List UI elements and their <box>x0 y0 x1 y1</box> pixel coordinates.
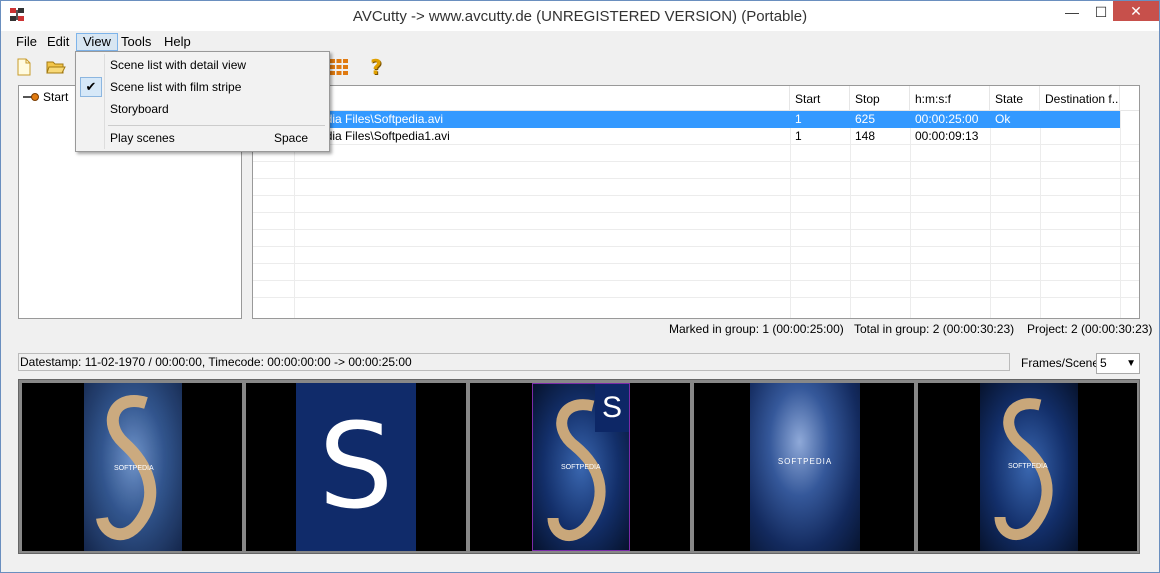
shortcut-label: Space <box>273 131 308 145</box>
thumb-caption: SOFTPEDIA <box>114 465 154 472</box>
close-button[interactable]: ✕ <box>1113 1 1159 21</box>
thumb-caption: SOFTPEDIA <box>777 457 833 466</box>
open-folder-icon <box>46 61 66 74</box>
help-icon: ? <box>370 55 382 79</box>
close-icon: ✕ <box>1130 2 1142 19</box>
film-frame[interactable]: SOFTPEDIA <box>694 383 914 551</box>
thumb-caption: S <box>318 397 394 535</box>
scene-list-table[interactable]: e file Start Stop h:m:s:f State Destinat… <box>252 85 1140 319</box>
frames-per-scene-label: Frames/Scene: <box>1021 356 1103 370</box>
menu-file[interactable]: File <box>10 33 43 51</box>
table-row[interactable]: oftpedia Files\Softpedia1.avi 1 148 00:0… <box>253 128 1139 145</box>
header-destination[interactable]: Destination f... <box>1040 86 1120 110</box>
cell-stop: 625 <box>855 112 876 126</box>
status-marked: Marked in group: 1 (00:00:25:00) <box>669 322 844 336</box>
header-stop[interactable]: Stop <box>850 86 910 110</box>
tree-item-label: Start <box>43 90 69 104</box>
thumb-caption: SOFTPEDIA <box>1008 463 1048 470</box>
header-state[interactable]: State <box>990 86 1040 110</box>
menu-item-storyboard[interactable]: Storyboard <box>78 98 327 120</box>
menu-item-film-stripe[interactable]: ✔ Scene list with film stripe <box>78 76 327 98</box>
menu-help[interactable]: Help <box>158 33 197 51</box>
minimize-button[interactable]: — <box>1058 1 1086 23</box>
window-title: AVCutty -> www.avcutty.de (UNREGISTERED … <box>352 8 808 25</box>
thumb-caption: SOFTPEDIA <box>561 464 601 471</box>
frames-per-scene-value: 5 <box>1100 356 1107 370</box>
datestamp-bar: Datestamp: 11-02-1970 / 00:00:00, Timeco… <box>18 353 1010 371</box>
film-frame[interactable]: SOFTPEDIA <box>918 383 1137 551</box>
cell-state: Ok <box>995 112 1011 126</box>
help-button[interactable]: ? <box>365 55 387 79</box>
header-start[interactable]: Start <box>790 86 850 110</box>
cell-start: 1 <box>795 129 802 143</box>
tree-item-start[interactable]: Start <box>23 90 68 104</box>
film-frame[interactable]: S <box>246 383 466 551</box>
cell-hmsf: 00:00:09:13 <box>915 129 979 143</box>
cell-file: oftpedia Files\Softpedia.avi <box>299 112 444 126</box>
menu-bar: File Edit View Tools Help <box>1 31 1159 51</box>
status-total: Total in group: 2 (00:00:30:23) <box>854 322 1015 336</box>
menu-item-play-scenes[interactable]: Play scenes Space <box>78 127 327 149</box>
film-frame[interactable]: SOFTPEDIA <box>22 383 242 551</box>
app-window: AVCutty -> www.avcutty.de (UNREGISTERED … <box>0 0 1160 573</box>
film-frame[interactable]: S SOFTPEDIA <box>470 383 690 551</box>
menu-edit[interactable]: Edit <box>41 33 75 51</box>
table-header: e file Start Stop h:m:s:f State Destinat… <box>253 86 1139 111</box>
film-stripe[interactable]: SOFTPEDIA S S SOFTPEDIA SOFTPEDIA SOFTPE… <box>18 379 1140 554</box>
status-bar: Marked in group: 1 (00:00:25:00) Total i… <box>252 321 1152 337</box>
scene-node-icon <box>23 93 39 101</box>
status-project: Project: 2 (00:00:30:23) <box>1027 322 1153 336</box>
storyboard-grid-icon <box>330 59 348 75</box>
cell-start: 1 <box>795 112 802 126</box>
storyboard-button[interactable] <box>328 56 350 78</box>
cell-state <box>990 128 1040 145</box>
title-bar[interactable]: AVCutty -> www.avcutty.de (UNREGISTERED … <box>1 1 1159 31</box>
menu-separator <box>108 125 325 126</box>
cell-destination <box>1040 128 1120 145</box>
maximize-button[interactable]: ☐ <box>1087 1 1115 23</box>
header-file[interactable]: e file <box>294 86 790 110</box>
cell-destination <box>1040 111 1120 128</box>
menu-view[interactable]: View <box>76 33 118 51</box>
menu-item-detail-view[interactable]: Scene list with detail view <box>78 54 327 76</box>
cell-stop: 148 <box>855 129 876 143</box>
new-button[interactable] <box>13 56 35 78</box>
table-row[interactable]: oftpedia Files\Softpedia.avi 1 625 00:00… <box>253 111 1139 128</box>
view-menu-dropdown: Scene list with detail view ✔ Scene list… <box>75 51 330 152</box>
header-hmsf[interactable]: h:m:s:f <box>910 86 990 110</box>
cell-file: oftpedia Files\Softpedia1.avi <box>299 129 450 143</box>
chevron-down-icon: ▼ <box>1126 358 1136 369</box>
new-file-icon <box>17 58 31 76</box>
open-button[interactable] <box>45 56 67 78</box>
minimize-icon: — <box>1065 4 1079 20</box>
frames-per-scene-select[interactable]: 5 ▼ <box>1096 353 1140 374</box>
menu-tools[interactable]: Tools <box>115 33 157 51</box>
maximize-icon: ☐ <box>1094 3 1108 20</box>
checkmark-icon: ✔ <box>80 77 102 97</box>
cell-hmsf: 00:00:25:00 <box>915 112 979 126</box>
